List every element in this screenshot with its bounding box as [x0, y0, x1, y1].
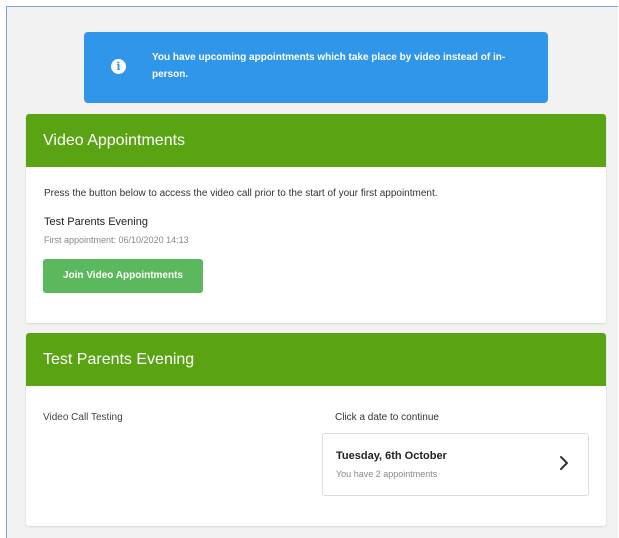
- parents-evening-card: Test Parents Evening Video Call Testing …: [26, 333, 606, 526]
- date-option-tuesday[interactable]: Tuesday, 6th October You have 2 appointm…: [322, 433, 589, 496]
- video-call-testing-label: Video Call Testing: [43, 412, 123, 423]
- date-option-title: Tuesday, 6th October: [336, 450, 447, 462]
- date-prompt: Click a date to continue: [335, 412, 439, 423]
- alert-message: You have upcoming appointments which tak…: [152, 52, 506, 80]
- event-name: Test Parents Evening: [44, 216, 148, 228]
- parents-evening-header: Test Parents Evening: [26, 333, 606, 386]
- video-appointments-alert: i You have upcoming appointments which t…: [84, 32, 548, 103]
- join-video-appointments-button[interactable]: Join Video Appointments: [43, 259, 203, 293]
- page-background: i You have upcoming appointments which t…: [6, 6, 618, 538]
- chevron-right-icon: [560, 456, 568, 470]
- video-appointments-header: Video Appointments: [26, 114, 606, 167]
- info-icon: i: [111, 59, 126, 74]
- video-appointments-card: Video Appointments Press the button belo…: [26, 114, 606, 323]
- first-appointment-time: First appointment: 06/10/2020 14:13: [44, 235, 189, 245]
- video-instructions: Press the button below to access the vid…: [44, 188, 438, 199]
- date-option-subtitle: You have 2 appointments: [336, 469, 438, 479]
